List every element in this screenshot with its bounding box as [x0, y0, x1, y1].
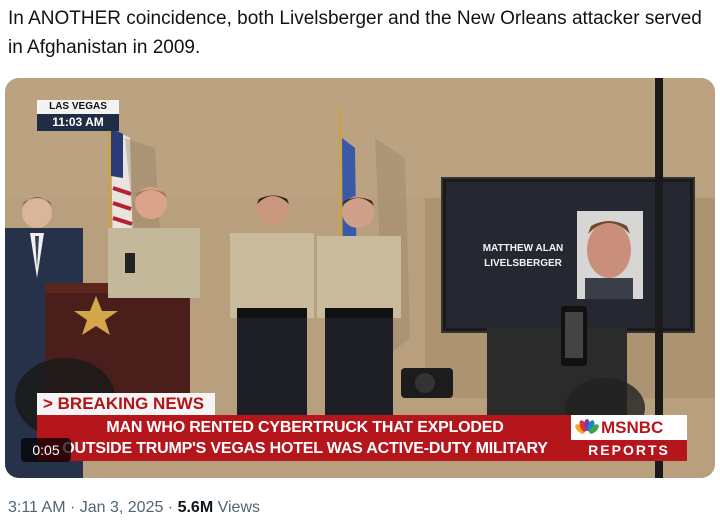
meta-separator: ·	[65, 499, 80, 516]
tweet-timestamp-date[interactable]: Jan 3, 2025	[80, 499, 164, 516]
broadcast-time: 11:03 AM	[37, 114, 119, 131]
network-sub: REPORTS	[571, 440, 687, 461]
headline-line2: OUTSIDE TRUMP'S VEGAS HOTEL WAS ACTIVE-D…	[62, 440, 548, 457]
screen-name-caption: MATTHEW ALAN LIVELSBERGER	[482, 241, 564, 271]
screen-name-line2: LIVELSBERGER	[484, 258, 562, 269]
screen-name-line1: MATTHEW ALAN	[482, 243, 564, 254]
video-timer: 0:05	[21, 438, 71, 462]
headline-chyron: MAN WHO RENTED CYBERTRUCK THAT EXPLODED …	[37, 415, 573, 461]
breaking-news-label: > BREAKING NEWS	[37, 393, 215, 415]
meta-separator: ·	[163, 499, 178, 516]
views-label: Views	[213, 499, 260, 516]
officer	[317, 236, 401, 318]
video-player[interactable]: LAS VEGAS 11:03 AM MATTHEW ALAN LIVELSBE…	[5, 78, 715, 478]
tweet-meta: 3:11 AM · Jan 3, 2025 · 5.6M Views	[8, 497, 260, 519]
network-name: MSNBC	[601, 418, 664, 437]
network-logo: MSNBC REPORTS	[571, 415, 687, 461]
location-bug: LAS VEGAS 11:03 AM	[37, 100, 119, 131]
officer	[230, 233, 314, 318]
tweet-timestamp-time[interactable]: 3:11 AM	[8, 499, 66, 516]
views-count: 5.6M	[177, 499, 214, 516]
headline-line1: MAN WHO RENTED CYBERTRUCK THAT EXPLODED	[106, 419, 504, 436]
tweet-text: In ANOTHER coincidence, both Livelsberge…	[8, 8, 702, 58]
peacock-icon	[575, 419, 599, 434]
location-label: LAS VEGAS	[37, 100, 119, 114]
